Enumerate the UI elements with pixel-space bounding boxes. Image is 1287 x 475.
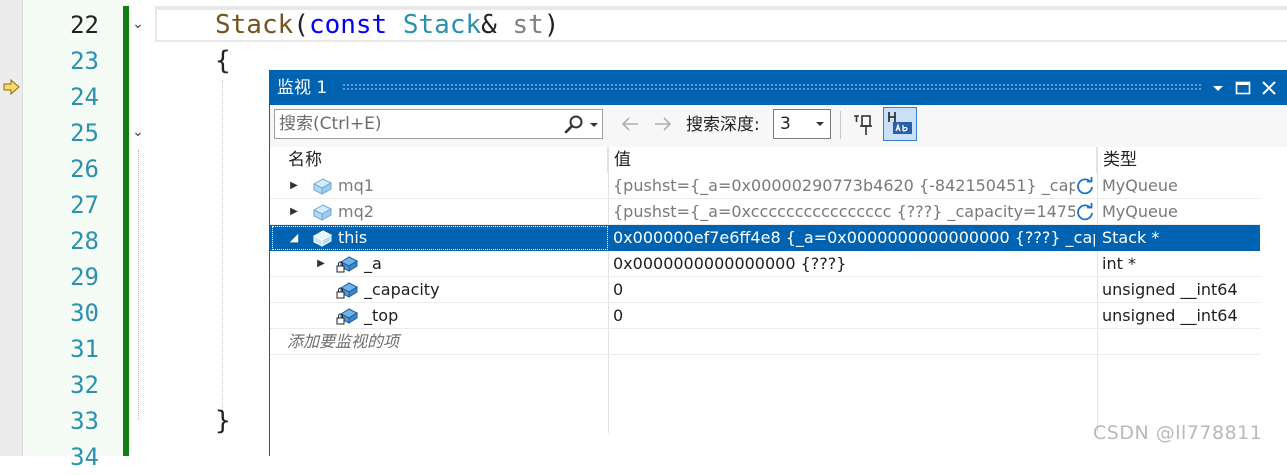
line-number: 32: [70, 371, 99, 399]
line-number: 22: [70, 11, 99, 39]
watch-title: 监视 1: [277, 78, 328, 98]
grid-header: 名称 值 类型: [270, 147, 1260, 173]
line-number: 34: [70, 443, 99, 471]
watch-toolbar: 搜索深度: 3: [270, 105, 1287, 147]
watch-item-type: MyQueue: [1102, 176, 1178, 195]
watch-item-name: mq2: [338, 202, 374, 221]
watch-item-value: 0: [613, 306, 624, 325]
private-field-icon: [336, 282, 358, 299]
search-next-arrow-icon[interactable]: [651, 111, 675, 137]
code-token: ): [543, 10, 560, 40]
column-header-name[interactable]: 名称: [282, 147, 608, 173]
table-row[interactable]: _capacity 0 unsigned __int64: [270, 277, 1260, 303]
maximize-icon[interactable]: [1231, 75, 1255, 101]
indent-guide: [222, 80, 223, 410]
search-input[interactable]: [279, 112, 549, 136]
search-options-dropdown-icon[interactable]: [588, 114, 600, 136]
search-depth-label: 搜索深度:: [686, 115, 760, 135]
line-number: 26: [70, 155, 99, 183]
close-icon[interactable]: [1257, 75, 1281, 101]
search-previous-arrow-icon[interactable]: [618, 111, 642, 137]
code-line-33[interactable]: }: [215, 403, 231, 439]
watch-item-value: 0x000000ef7e6ff4e8 {_a=0x000000000000000…: [613, 228, 1095, 247]
object-icon: [312, 230, 333, 247]
code-token: Stack: [215, 10, 294, 40]
watch-item-type: MyQueue: [1102, 202, 1178, 221]
code-token: st: [512, 10, 544, 40]
object-icon: [312, 178, 333, 195]
watch-grid[interactable]: 名称 值 类型 ▶ mq1 {pushst={_a=0x00000290773b…: [270, 147, 1287, 457]
chevron-down-icon: [816, 122, 824, 126]
refresh-icon[interactable]: [1075, 202, 1095, 222]
watch-item-type: int *: [1102, 254, 1136, 273]
table-row[interactable]: _top 0 unsigned __int64: [270, 303, 1260, 329]
column-header-type[interactable]: 类型: [1097, 147, 1260, 173]
pin-to-source-icon[interactable]: [850, 110, 878, 140]
line-number: 23: [70, 47, 99, 75]
watch-item-value: 0x0000000000000000 {???}: [613, 254, 847, 273]
collapse-chevron-icon[interactable]: ⌄: [131, 6, 145, 42]
expand-arrow-icon[interactable]: ▶: [287, 173, 301, 199]
watch-item-type: unsigned __int64: [1102, 306, 1238, 325]
search-depth-select[interactable]: 3: [773, 109, 831, 139]
watch-item-name: _top: [364, 306, 399, 325]
watch-item-value: 0: [613, 280, 624, 299]
table-row[interactable]: ▶ _a 0x0000000000000000 {???} int *: [270, 251, 1260, 277]
table-row[interactable]: ▶ mq1 {pushst={_a=0x00000290773b4620 {-8…: [270, 173, 1260, 199]
line-number: 31: [70, 335, 99, 363]
private-field-icon: [336, 308, 358, 325]
watch-item-name: _a: [364, 254, 382, 273]
line-number: 28: [70, 227, 99, 255]
watermark: CSDN @ll778811: [1093, 422, 1263, 444]
private-field-icon: [336, 256, 358, 273]
line-number: 30: [70, 299, 99, 327]
toolbar-separator: [840, 111, 841, 139]
window-position-dropdown-icon[interactable]: [1206, 75, 1230, 101]
add-watch-placeholder[interactable]: 添加要监视的项: [287, 329, 399, 355]
add-watch-row[interactable]: 添加要监视的项: [270, 329, 1260, 355]
title-drag-grip[interactable]: [342, 83, 1202, 91]
collapse-arrow-icon[interactable]: ◢: [287, 225, 301, 251]
line-number: 27: [70, 191, 99, 219]
code-line-22[interactable]: Stack(const Stack& st): [215, 7, 559, 43]
watch-item-type: unsigned __int64: [1102, 280, 1238, 299]
search-icon[interactable]: [563, 114, 585, 136]
code-token: const: [308, 10, 388, 40]
watch-item-name: mq1: [338, 176, 374, 195]
fold-guide: [138, 150, 139, 420]
watch-item-name: _capacity: [364, 280, 440, 299]
line-number: 29: [70, 263, 99, 291]
glyph-margin[interactable]: [0, 0, 23, 456]
code-line-23[interactable]: {: [215, 43, 231, 79]
column-header-value[interactable]: 值: [608, 147, 1097, 173]
collapse-chevron-icon[interactable]: ⌄: [131, 114, 145, 150]
table-row-selected[interactable]: ◢ this 0x000000ef7e6ff4e8 {_a=0x00000000…: [270, 225, 1260, 251]
table-row[interactable]: ▶ mq2 {pushst={_a=0xcccccccccccccccc {??…: [270, 199, 1260, 225]
code-token: (: [293, 10, 309, 40]
line-number: 33: [70, 407, 99, 435]
watch-item-name: this: [338, 228, 368, 247]
change-tracking-bar: [123, 6, 129, 456]
watch-item-value: {pushst={_a=0xcccccccccccccccc {???} _ca…: [613, 202, 1075, 221]
hexadecimal-display-icon: [888, 112, 912, 134]
line-number: 24: [70, 83, 99, 111]
refresh-icon[interactable]: [1075, 176, 1095, 196]
expand-arrow-icon[interactable]: ▶: [287, 199, 301, 225]
watch-titlebar[interactable]: 监视 1: [270, 71, 1287, 105]
code-token: Stack: [402, 10, 482, 40]
expand-arrow-icon[interactable]: ▶: [314, 251, 328, 277]
hex-display-toggle[interactable]: [883, 107, 917, 141]
search-depth-value: 3: [780, 114, 791, 134]
search-box[interactable]: [274, 109, 603, 139]
object-icon: [312, 204, 333, 221]
watch-item-type: Stack *: [1102, 228, 1160, 247]
line-number: 25: [70, 119, 99, 147]
code-token: &: [481, 10, 497, 40]
watch-item-value: {pushst={_a=0x00000290773b4620 {-8421504…: [613, 176, 1075, 195]
execution-pointer-icon: [3, 79, 20, 95]
watch-window[interactable]: 监视 1 搜索深度:: [269, 70, 1287, 456]
